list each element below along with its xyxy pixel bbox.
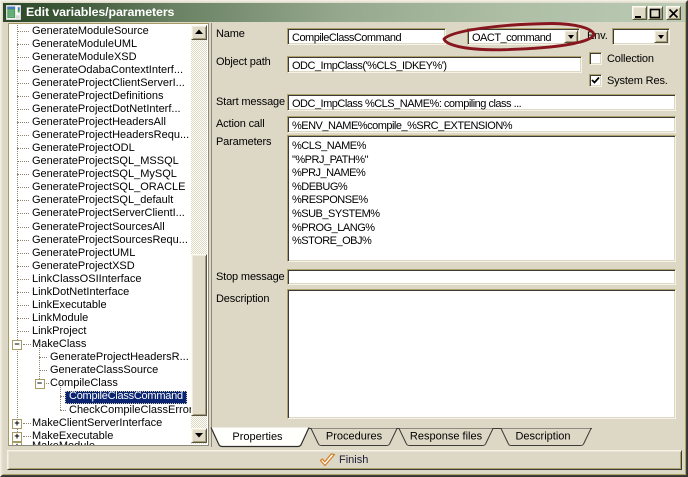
svg-text:Properties: Properties [232,431,283,443]
svg-text:Description: Description [515,431,570,443]
svg-text:Response files: Response files [410,431,483,443]
svg-text:Procedures: Procedures [326,431,383,443]
